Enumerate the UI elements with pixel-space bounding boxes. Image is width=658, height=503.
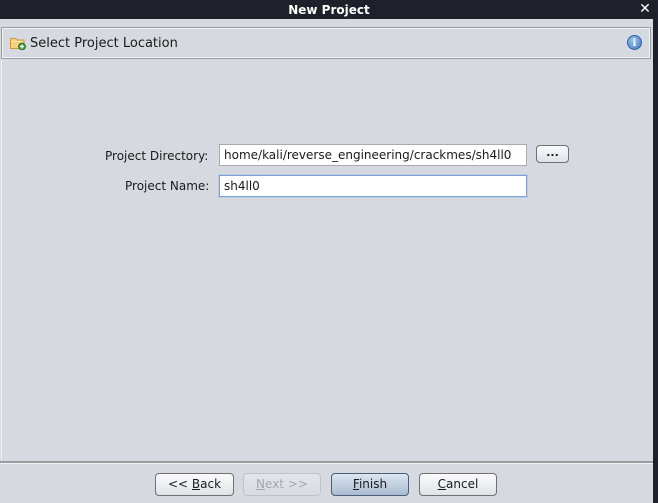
- window-title: New Project: [288, 2, 370, 17]
- finish-button-rest: inish: [358, 477, 388, 491]
- back-button-mnemonic: B: [191, 477, 201, 491]
- wizard-content: [1, 60, 652, 460]
- project-name-label: Project Name:: [125, 179, 210, 193]
- project-name-input[interactable]: sh4ll0: [219, 175, 527, 197]
- back-button-rest: ack: [200, 477, 222, 491]
- browse-button[interactable]: ...: [536, 145, 569, 163]
- next-button[interactable]: Next >>: [243, 473, 321, 496]
- project-directory-label: Project Directory:: [105, 149, 209, 163]
- cancel-button-rest: ancel: [446, 477, 479, 491]
- window-titlebar: New Project ✕: [0, 0, 658, 19]
- wizard-step-title: Select Project Location: [30, 36, 178, 51]
- back-button[interactable]: << Back: [155, 473, 234, 496]
- finish-button[interactable]: Finish: [331, 473, 409, 496]
- next-button-rest: ext >>: [265, 477, 308, 491]
- button-bar-separator: [0, 461, 653, 464]
- next-button-mnemonic: N: [256, 477, 266, 491]
- new-folder-icon: [10, 36, 26, 51]
- window-edge: [653, 19, 658, 503]
- cancel-button[interactable]: Cancel: [419, 473, 497, 496]
- cancel-button-mnemonic: C: [437, 477, 447, 491]
- wizard-header: Select Project Location i: [1, 27, 651, 59]
- back-button-prefix: <<: [167, 477, 192, 491]
- info-icon[interactable]: i: [627, 35, 642, 50]
- project-directory-input[interactable]: home/kali/reverse_engineering/crackmes/s…: [219, 144, 527, 166]
- close-icon[interactable]: ✕: [638, 1, 652, 17]
